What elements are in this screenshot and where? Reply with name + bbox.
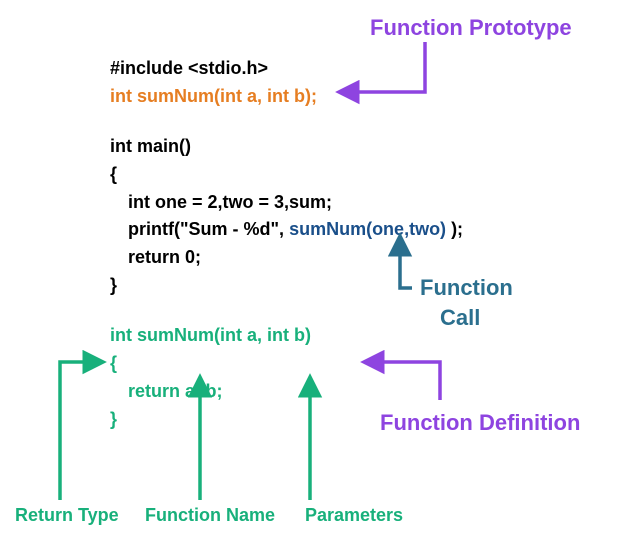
label-function-name: Function Name	[145, 505, 275, 526]
code-brace-close: }	[110, 272, 463, 300]
label-function-call-2: Call	[440, 305, 480, 331]
code-brace-open: {	[110, 161, 463, 189]
code-include: #include <stdio.h>	[110, 55, 463, 83]
code-listing: #include <stdio.h> int sumNum(int a, int…	[110, 55, 463, 434]
label-function-call-1: Function	[420, 275, 513, 301]
label-return-type: Return Type	[15, 505, 119, 526]
code-decl: int one = 2,two = 3,sum;	[110, 189, 463, 217]
arrow-return-type	[60, 362, 102, 500]
code-prototype: int sumNum(int a, int b);	[110, 83, 463, 111]
code-printf: printf("Sum - %d", sumNum(one,two) );	[110, 216, 463, 244]
code-main-sig: int main()	[110, 133, 463, 161]
code-def-open: {	[110, 350, 463, 378]
label-parameters: Parameters	[305, 505, 403, 526]
code-call: sumNum(one,two)	[289, 219, 446, 239]
code-def-body: return a+b;	[110, 378, 463, 406]
code-return0: return 0;	[110, 244, 463, 272]
label-function-prototype: Function Prototype	[370, 15, 572, 41]
code-def-sig: int sumNum(int a, int b)	[110, 322, 463, 350]
label-function-definition: Function Definition	[380, 410, 580, 436]
